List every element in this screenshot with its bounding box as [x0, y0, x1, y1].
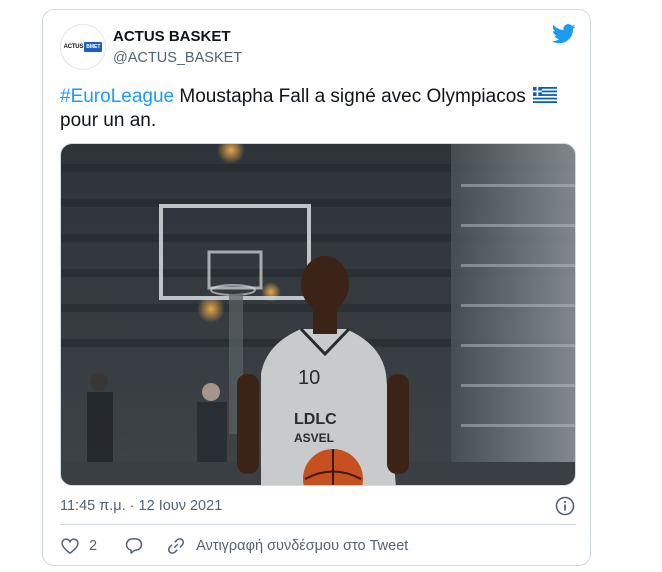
avatar-logo-badge: BMET: [84, 42, 103, 52]
jersey-sponsor-2: ASVEL: [294, 431, 334, 445]
tweet-photo[interactable]: 10 LDLC ASVEL: [60, 143, 576, 486]
avatar-logo: ACTUS BMET: [64, 42, 103, 52]
author-name[interactable]: ACTUS BASKET: [113, 28, 231, 45]
jersey-sponsor-1: LDLC: [294, 411, 337, 428]
avatar[interactable]: ACTUS BMET: [60, 24, 106, 70]
info-icon[interactable]: [554, 495, 576, 517]
link-icon: [168, 538, 185, 554]
tweet-actions: 2 Αντιγραφή συνδέσμου στο Tweet: [60, 535, 408, 557]
player-photo: 10 LDLC ASVEL: [61, 144, 575, 485]
copy-link-label: Αντιγραφή συνδέσμου στο Tweet: [196, 538, 409, 554]
greece-flag-icon: [533, 87, 558, 103]
hashtag-link[interactable]: #EuroLeague: [60, 86, 174, 107]
tweet-timestamp[interactable]: 11:45 π.μ. · 12 Ιουν 2021: [60, 498, 222, 514]
jersey-number: 10: [298, 367, 320, 389]
like-button[interactable]: 2: [60, 536, 97, 556]
heart-icon: [61, 538, 79, 555]
copy-link-button[interactable]: Αντιγραφή συνδέσμου στο Tweet: [166, 536, 408, 556]
tweet-text-line1: Moustapha Fall a signé avec Olympiacos: [174, 86, 526, 107]
tweet-text-line2: pour un an.: [60, 110, 157, 131]
like-count: 2: [89, 538, 98, 554]
tweet-card[interactable]: ACTUS BMET ACTUS BASKET @ACTUS_BASKET #E…: [42, 9, 591, 566]
reply-icon: [125, 538, 143, 554]
avatar-logo-text: ACTUS: [63, 44, 84, 50]
twitter-bird-icon[interactable]: [552, 24, 576, 44]
divider: [60, 524, 576, 525]
tweet-text: #EuroLeague Moustapha Fall a signé avec …: [60, 85, 580, 133]
author-handle[interactable]: @ACTUS_BASKET: [113, 50, 242, 66]
reply-button[interactable]: [124, 536, 144, 556]
